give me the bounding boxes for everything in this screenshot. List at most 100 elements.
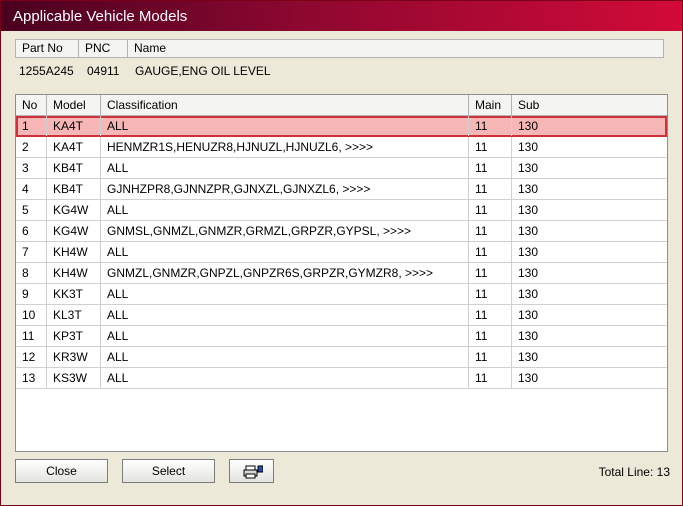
cell-main: 11	[469, 179, 512, 199]
cell-classification: ALL	[101, 116, 469, 136]
cell-no: 3	[16, 158, 47, 178]
col-no-header[interactable]: No	[16, 95, 47, 115]
cell-model: KB4T	[47, 158, 101, 178]
cell-sub: 130	[518, 266, 539, 280]
cell-main: 11	[469, 221, 512, 241]
applicable-vehicle-models-window: Applicable Vehicle Models Part No PNC Na…	[0, 0, 683, 506]
cell-sub: 130	[518, 287, 539, 301]
cell-model: KS3W	[47, 368, 101, 388]
table-row[interactable]: 7 KH4W ALL 11 130	[16, 242, 667, 263]
cell-sub: 130	[518, 350, 539, 364]
dialog-body: Part No PNC Name 1255A245 04911 GAUGE,EN…	[7, 31, 676, 501]
cell-model: KA4T	[47, 137, 101, 157]
vehicle-models-table[interactable]: No Model Classification Main Sub 1 KA4T AL…	[15, 94, 668, 452]
cell-sub: 130	[518, 140, 539, 154]
cell-no: 9	[16, 284, 47, 304]
pnc-value: 04911	[87, 64, 120, 78]
table-row[interactable]: 6 KG4W GNMSL,GNMZL,GNMZR,GRMZL,GRPZR,GYPSL…	[16, 221, 667, 242]
cell-no: 1	[16, 116, 47, 136]
table-row[interactable]: 10 KL3T ALL 11 130	[16, 305, 667, 326]
part-no-header: Part No	[16, 40, 79, 57]
table-header: No Model Classification Main Sub	[16, 95, 667, 116]
table-row[interactable]: 4 KB4T GJNHZPR8,GJNNZPR,GJNXZL,GJNXZL6, >>…	[16, 179, 667, 200]
table-row[interactable]: 3 KB4T ALL 11 130	[16, 158, 667, 179]
cell-classification: ALL	[101, 158, 469, 178]
cell-no: 7	[16, 242, 47, 262]
cell-main: 11	[469, 284, 512, 304]
cell-no: 11	[16, 326, 47, 346]
cell-sub: 130	[518, 245, 539, 259]
title-bar[interactable]: Applicable Vehicle Models	[1, 1, 682, 31]
cell-classification: ALL	[101, 347, 469, 367]
cell-main: 11	[469, 263, 512, 283]
cell-main: 11	[469, 305, 512, 325]
cell-classification: HENMZR1S,HENUZR8,HJNUZL,HJNUZL6, >>>>	[101, 137, 469, 157]
select-button[interactable]: Select	[122, 459, 215, 483]
cell-main: 11	[469, 116, 512, 136]
print-button[interactable]	[229, 459, 274, 483]
cell-main: 11	[469, 326, 512, 346]
cell-classification: ALL	[101, 200, 469, 220]
part-info-values: 1255A245 04911 GAUGE,ENG OIL LEVEL	[15, 63, 664, 79]
cell-main: 11	[469, 347, 512, 367]
cell-model: KH4W	[47, 242, 101, 262]
cell-sub: 130	[518, 161, 539, 175]
cell-main: 11	[469, 242, 512, 262]
close-button[interactable]: Close	[15, 459, 108, 483]
table-row[interactable]: 13 KS3W ALL 11 130	[16, 368, 667, 389]
table-row[interactable]: 11 KP3T ALL 11 130	[16, 326, 667, 347]
col-main-header[interactable]: Main	[469, 95, 512, 115]
cell-no: 2	[16, 137, 47, 157]
cell-sub: 130	[518, 308, 539, 322]
table-row[interactable]: 2 KA4T HENMZR1S,HENUZR8,HJNUZL,HJNUZL6, >>…	[16, 137, 667, 158]
cell-classification: ALL	[101, 305, 469, 325]
col-model-header[interactable]: Model	[47, 95, 101, 115]
cell-model: KK3T	[47, 284, 101, 304]
cell-classification: ALL	[101, 368, 469, 388]
cell-classification: ALL	[101, 326, 469, 346]
cell-model: KG4W	[47, 221, 101, 241]
cell-main: 11	[469, 200, 512, 220]
cell-main: 11	[469, 158, 512, 178]
table-row[interactable]: 1 KA4T ALL 11 130	[16, 116, 667, 137]
col-sub-header[interactable]: Sub	[512, 95, 667, 115]
name-header: Name	[134, 41, 167, 55]
cell-classification: ALL	[101, 242, 469, 262]
cell-model: KB4T	[47, 179, 101, 199]
printer-icon	[241, 465, 263, 479]
cell-classification: GJNHZPR8,GJNNZPR,GJNXZL,GJNXZL6, >>>>	[101, 179, 469, 199]
total-line-count: Total Line: 13	[598, 465, 670, 479]
window-title: Applicable Vehicle Models	[13, 8, 188, 25]
cell-sub: 130	[518, 182, 539, 196]
cell-no: 12	[16, 347, 47, 367]
cell-classification: GNMSL,GNMZL,GNMZR,GRMZL,GRPZR,GYPSL, >>>…	[101, 221, 469, 241]
table-row[interactable]: 8 KH4W GNMZL,GNMZR,GNPZL,GNPZR6S,GRPZR,GYM…	[16, 263, 667, 284]
part-info-header: Part No PNC Name	[15, 39, 664, 58]
cell-sub: 130	[518, 224, 539, 238]
table-row[interactable]: 12 KR3W ALL 11 130	[16, 347, 667, 368]
cell-sub: 130	[518, 119, 539, 133]
cell-main: 11	[469, 137, 512, 157]
cell-model: KH4W	[47, 263, 101, 283]
table-row[interactable]: 5 KG4W ALL 11 130	[16, 200, 667, 221]
cell-model: KR3W	[47, 347, 101, 367]
cell-no: 4	[16, 179, 47, 199]
cell-model: KL3T	[47, 305, 101, 325]
cell-sub: 130	[518, 329, 539, 343]
cell-classification: GNMZL,GNMZR,GNPZL,GNPZR6S,GRPZR,GYMZR8, …	[101, 263, 469, 283]
cell-sub: 130	[518, 203, 539, 217]
cell-no: 8	[16, 263, 47, 283]
table-row[interactable]: 9 KK3T ALL 11 130	[16, 284, 667, 305]
cell-no: 5	[16, 200, 47, 220]
col-classification-header[interactable]: Classification	[101, 95, 469, 115]
cell-no: 6	[16, 221, 47, 241]
pnc-header: PNC	[79, 40, 128, 57]
cell-sub: 130	[518, 371, 539, 385]
cell-main: 11	[469, 368, 512, 388]
cell-model: KG4W	[47, 200, 101, 220]
cell-no: 10	[16, 305, 47, 325]
part-no-value: 1255A245	[19, 64, 74, 78]
cell-no: 13	[16, 368, 47, 388]
part-name-value: GAUGE,ENG OIL LEVEL	[135, 64, 271, 78]
cell-model: KA4T	[47, 116, 101, 136]
